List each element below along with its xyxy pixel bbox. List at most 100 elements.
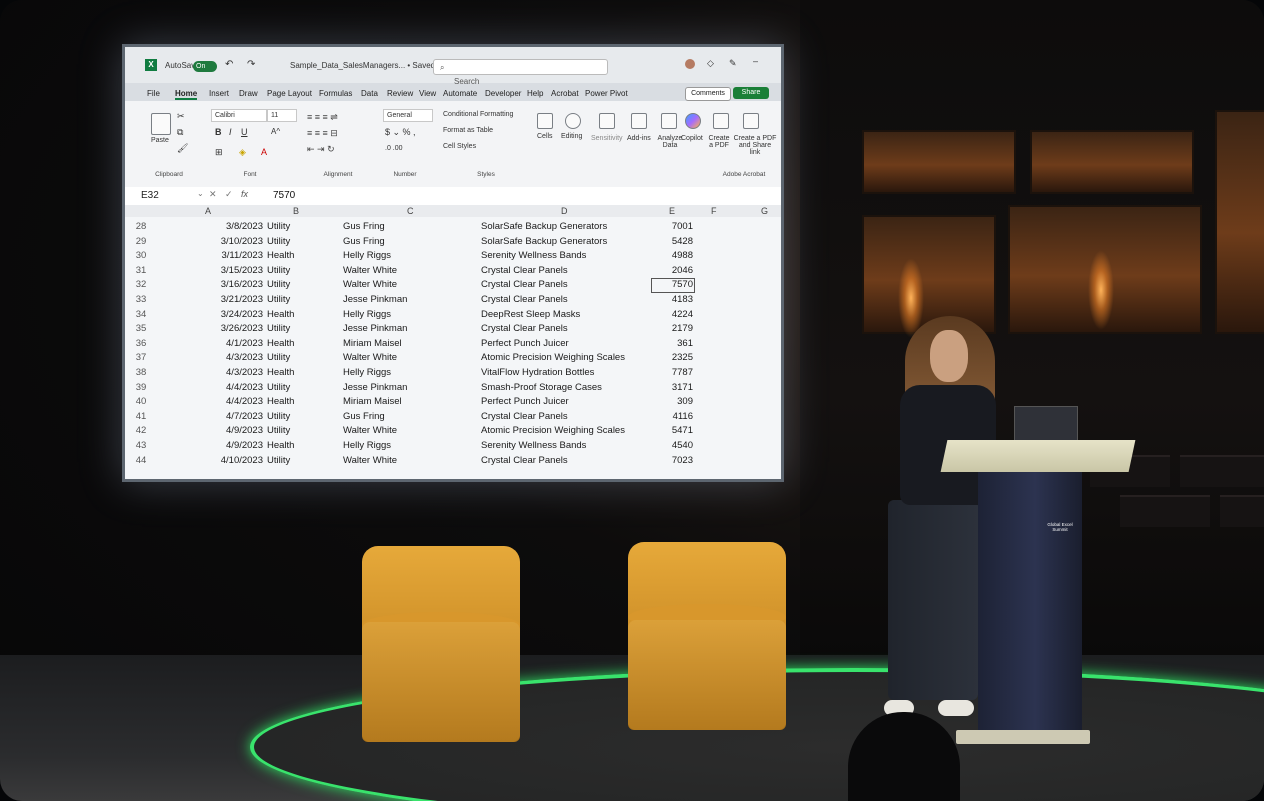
- copilot-button[interactable]: Copilot: [681, 135, 703, 142]
- cell-styles-button[interactable]: Cell Styles: [443, 143, 476, 150]
- italic-button[interactable]: I: [229, 127, 232, 137]
- tab-developer[interactable]: Developer: [485, 89, 521, 98]
- create-pdf-button[interactable]: Create a PDF: [707, 135, 731, 149]
- worksheet-grid[interactable]: 28 3/8/2023 Utility Gus Fring SolarSafe Back…: [125, 217, 781, 479]
- wood-panel: [862, 215, 996, 334]
- row-number[interactable]: 35: [125, 323, 157, 334]
- chevron-down-icon[interactable]: ⌄: [197, 189, 204, 198]
- row-number[interactable]: 44: [125, 455, 157, 466]
- row-number[interactable]: 34: [125, 309, 157, 320]
- enter-icon[interactable]: ✓: [225, 189, 233, 200]
- redo-icon[interactable]: ↷: [247, 59, 255, 70]
- row-number[interactable]: 37: [125, 352, 157, 363]
- create-pdf-share-button[interactable]: Create a PDF and Share link: [733, 135, 777, 156]
- undo-icon[interactable]: ↶: [225, 59, 233, 70]
- cells-button[interactable]: Cells: [537, 133, 553, 140]
- avatar[interactable]: [685, 59, 695, 69]
- cut-icon[interactable]: ✂: [177, 111, 185, 122]
- cell-date: 4/1/2023: [226, 337, 263, 349]
- cell-date: 4/4/2023: [226, 381, 263, 393]
- cells-icon[interactable]: [537, 113, 553, 129]
- search-input[interactable]: ⌕ Search: [433, 59, 608, 86]
- diamond-icon[interactable]: ◇: [707, 58, 714, 69]
- decimal-icon[interactable]: .0 .00: [385, 145, 403, 152]
- column-header[interactable]: E: [669, 206, 675, 216]
- tab-home[interactable]: Home: [175, 89, 198, 100]
- row-number[interactable]: 30: [125, 250, 157, 261]
- font-size-select[interactable]: 11: [267, 109, 297, 122]
- name-box[interactable]: E32: [141, 190, 195, 203]
- comments-button[interactable]: Comments: [685, 87, 731, 101]
- tab-view[interactable]: View: [419, 89, 436, 98]
- copilot-icon[interactable]: [685, 113, 701, 129]
- cell-type: Utility: [267, 294, 291, 305]
- analyze-data-icon[interactable]: [661, 113, 677, 129]
- currency-icon[interactable]: $ ⌄ % ,: [385, 127, 416, 138]
- row-number[interactable]: 28: [125, 221, 157, 232]
- conditional-formatting-button[interactable]: Conditional Formatting: [443, 111, 513, 118]
- editing-search-icon[interactable]: [565, 113, 581, 129]
- pdf-icon[interactable]: [713, 113, 729, 129]
- row-number[interactable]: 33: [125, 294, 157, 305]
- column-header[interactable]: C: [407, 206, 414, 216]
- row-number[interactable]: 32: [125, 279, 157, 290]
- tab-review[interactable]: Review: [387, 89, 413, 98]
- add-ins-icon[interactable]: [631, 113, 647, 129]
- column-header[interactable]: A: [205, 206, 211, 216]
- row-number[interactable]: 42: [125, 425, 157, 436]
- increase-font-icon[interactable]: A^: [271, 127, 280, 136]
- tab-file[interactable]: File: [147, 89, 160, 98]
- borders-icon[interactable]: ⊞: [215, 147, 223, 158]
- underline-button[interactable]: U: [241, 127, 248, 137]
- tab-page-layout[interactable]: Page Layout: [267, 89, 312, 98]
- tab-help[interactable]: Help: [527, 89, 543, 98]
- autosave-toggle[interactable]: On: [193, 61, 217, 72]
- formula-input[interactable]: 7570: [273, 190, 295, 201]
- paste-label: Paste: [151, 137, 169, 144]
- alignment-buttons[interactable]: ≡ ≡ ≡ ⇌ ≡ ≡ ≡ ⊟ ⇤ ⇥ ↻: [307, 109, 367, 157]
- column-header[interactable]: F: [711, 206, 717, 216]
- pen-icon[interactable]: ✎: [729, 58, 737, 69]
- format-as-table-button[interactable]: Format as Table: [443, 127, 493, 134]
- font-name-select[interactable]: Calibri: [211, 109, 267, 122]
- cell-name: Walter White: [343, 352, 398, 364]
- row-number[interactable]: 29: [125, 236, 157, 247]
- editing-button[interactable]: Editing: [561, 133, 582, 140]
- share-button[interactable]: Share: [733, 87, 769, 99]
- cell-type: Utility: [267, 221, 291, 232]
- pdf-share-icon[interactable]: [743, 113, 759, 129]
- cancel-icon[interactable]: ✕: [209, 189, 217, 200]
- sensitivity-icon[interactable]: [599, 113, 615, 129]
- format-painter-icon[interactable]: 🖌: [177, 143, 188, 154]
- cell-value: 361: [677, 337, 693, 349]
- minimize-icon[interactable]: –: [753, 56, 758, 66]
- row-number[interactable]: 43: [125, 440, 157, 451]
- fill-color-icon[interactable]: ◈: [239, 147, 246, 158]
- row-number[interactable]: 39: [125, 382, 157, 393]
- row-number[interactable]: 41: [125, 411, 157, 422]
- column-header[interactable]: B: [293, 206, 299, 216]
- row-number[interactable]: 38: [125, 367, 157, 378]
- tab-automate[interactable]: Automate: [443, 89, 477, 98]
- add-ins-button[interactable]: Add-ins: [627, 135, 651, 142]
- row-number[interactable]: 36: [125, 338, 157, 349]
- row-number[interactable]: 31: [125, 265, 157, 276]
- paste-icon[interactable]: [151, 113, 171, 135]
- bold-button[interactable]: B: [215, 127, 222, 137]
- tab-power-pivot[interactable]: Power Pivot: [585, 89, 628, 98]
- tab-formulas[interactable]: Formulas: [319, 89, 352, 98]
- podium: [978, 462, 1082, 740]
- number-format-select[interactable]: General: [383, 109, 433, 122]
- tab-acrobat[interactable]: Acrobat: [551, 89, 579, 98]
- copy-icon[interactable]: ⧉: [177, 127, 183, 138]
- column-header[interactable]: G: [761, 206, 768, 216]
- tab-draw[interactable]: Draw: [239, 89, 258, 98]
- tab-data[interactable]: Data: [361, 89, 378, 98]
- tab-insert[interactable]: Insert: [209, 89, 229, 98]
- fx-icon[interactable]: fx: [241, 189, 248, 199]
- font-color-icon[interactable]: A: [261, 147, 267, 157]
- selected-cell-border[interactable]: [651, 278, 695, 294]
- sensitivity-button[interactable]: Sensitivity: [591, 135, 623, 142]
- row-number[interactable]: 40: [125, 396, 157, 407]
- column-header[interactable]: D: [561, 206, 568, 216]
